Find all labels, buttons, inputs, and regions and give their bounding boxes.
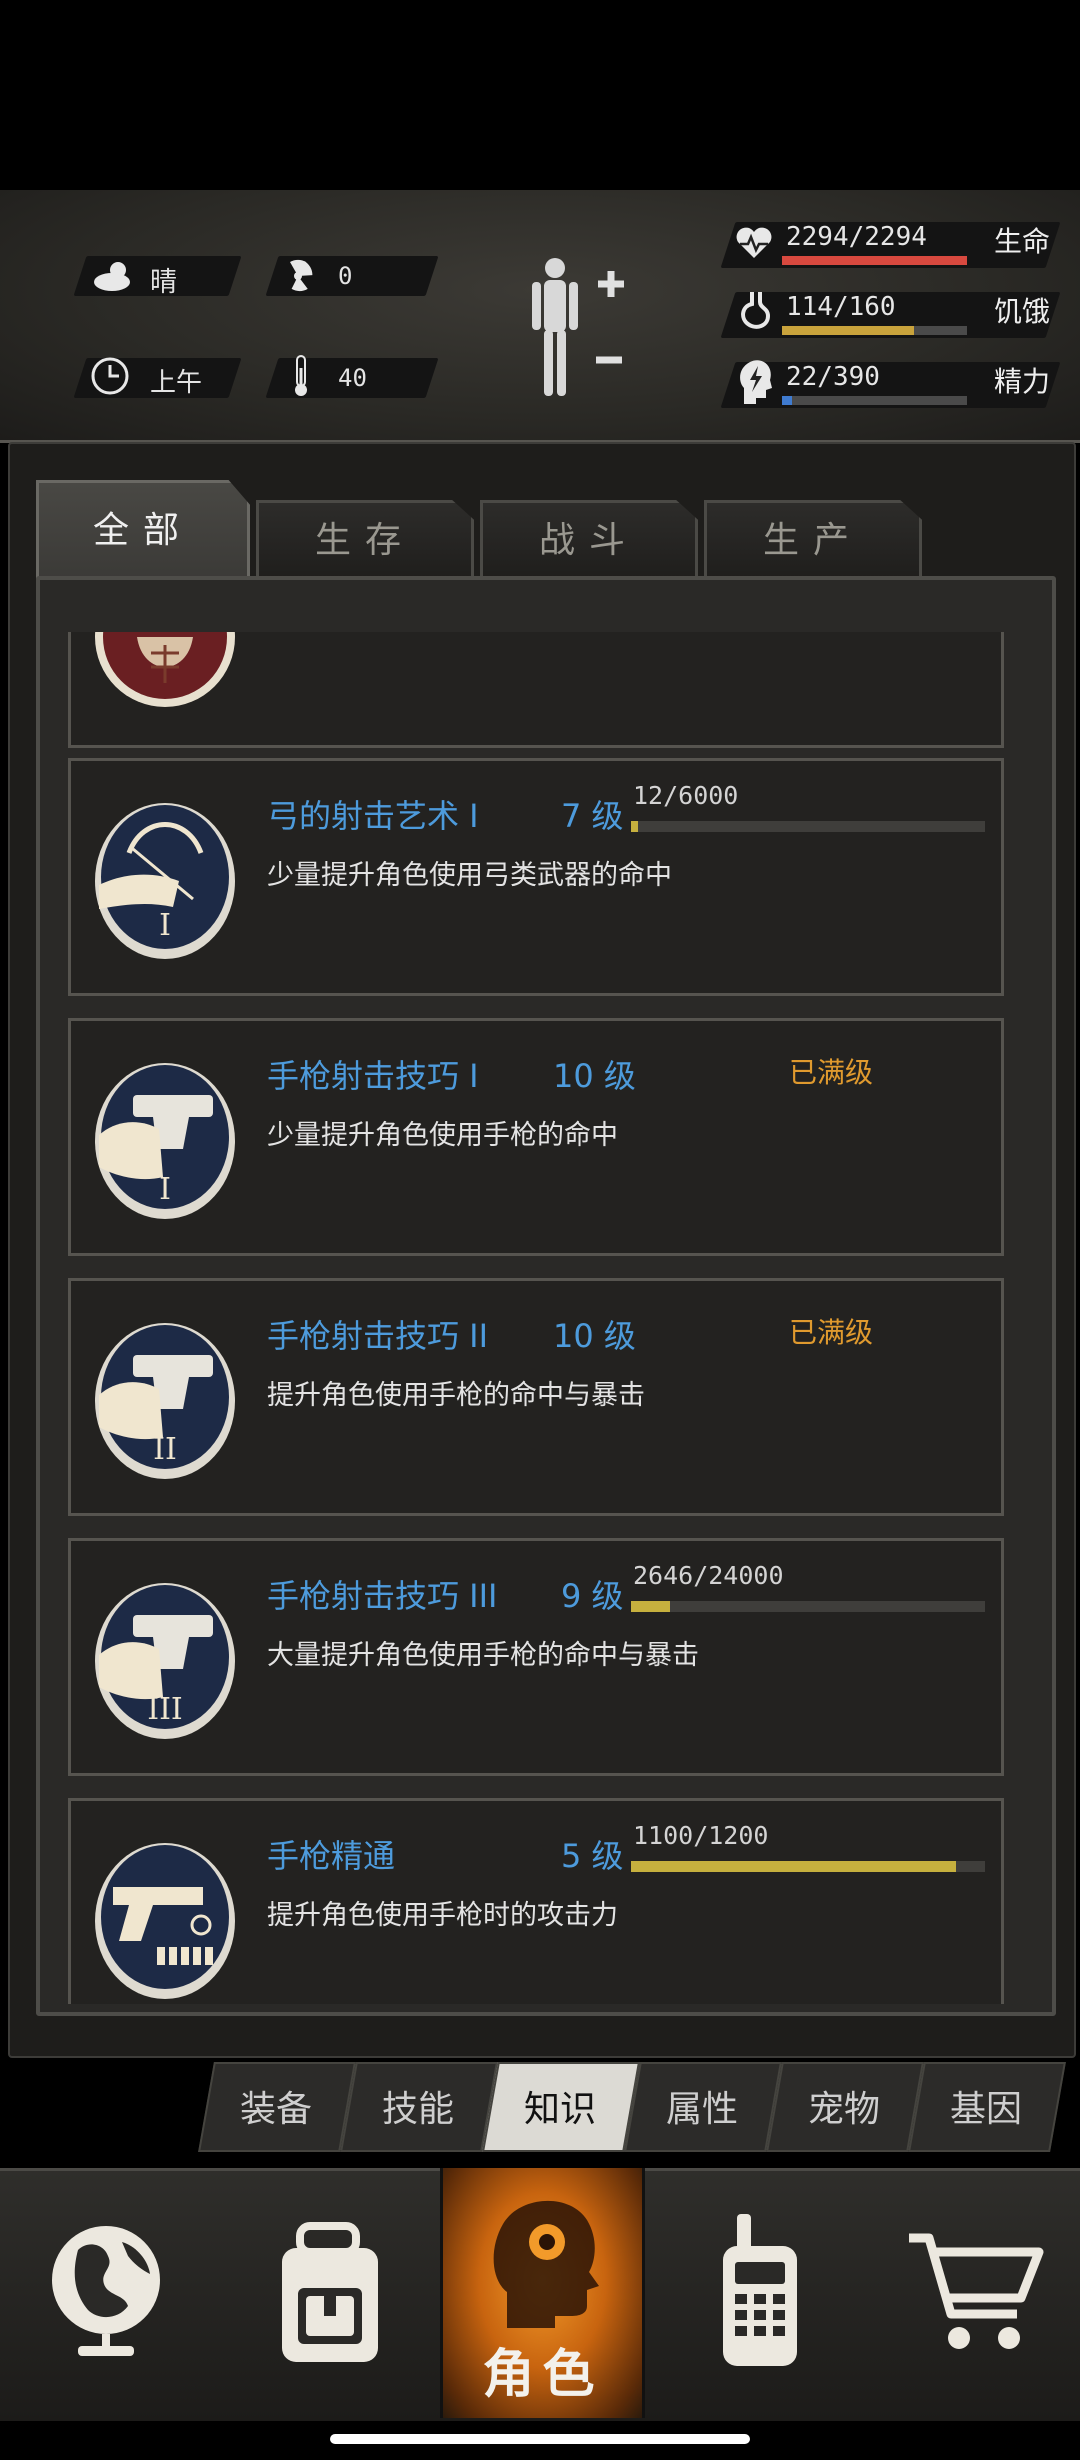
energy-label: 精力 xyxy=(994,365,1051,398)
nav-radio-button[interactable] xyxy=(645,2168,865,2418)
muscle-skill-icon xyxy=(95,632,235,707)
skill-description: 提升角色使用手枪的命中与暴击 xyxy=(267,1380,645,1411)
skill-description: 大量提升角色使用手枪的命中与暴击 xyxy=(267,1640,699,1671)
hunger-label: 饥饿 xyxy=(994,295,1051,328)
energy-bar-fill xyxy=(782,396,793,405)
tab-production[interactable]: 生产 xyxy=(704,500,922,579)
skill-exp-text: 12/6000 xyxy=(633,781,739,810)
walkie-talkie-icon xyxy=(723,2214,797,2366)
skill-description: 提升角色使用手枪时的攻击力 xyxy=(267,1900,618,1931)
skill-card-partial[interactable] xyxy=(68,632,1004,748)
tab-all[interactable]: 全部 xyxy=(36,480,250,579)
skill-exp-fill xyxy=(631,1861,956,1872)
tab-combat[interactable]: 战斗 xyxy=(480,500,698,579)
tier-numeral: II xyxy=(153,1432,177,1467)
pistol-icon: II xyxy=(95,1323,235,1479)
cloud-sun-icon xyxy=(94,262,130,291)
health-label: 生命 xyxy=(994,225,1051,258)
health-bar xyxy=(782,256,967,265)
energy-value: 22/390 xyxy=(786,362,880,392)
skill-exp-bar xyxy=(631,1861,985,1872)
nav-character-label: 角色 xyxy=(482,2345,603,2405)
skill-card[interactable]: I 手枪射击技巧 I 10 级 已满级 少量提升角色使用手枪的命中 xyxy=(68,1018,1004,1256)
subtab-genes-label: 基因 xyxy=(949,2089,1022,2130)
skill-name: 手枪射击技巧 II xyxy=(267,1317,489,1355)
tier-numeral: I xyxy=(159,1172,171,1207)
skill-level: 10 级 xyxy=(553,1317,636,1355)
tier-numeral: III xyxy=(147,1692,183,1727)
globe-icon xyxy=(52,2226,160,2356)
skill-description: 少量提升角色使用手枪的命中 xyxy=(267,1120,618,1151)
skill-description: 少量提升角色使用弓类武器的命中 xyxy=(267,860,672,891)
radiation-icon xyxy=(290,259,313,292)
bow-icon: I xyxy=(95,803,235,959)
skill-exp-text: 2646/24000 xyxy=(633,1561,784,1590)
plus-icon xyxy=(598,271,624,297)
skill-card[interactable]: 手枪精通 5 级 1100/1200 提升角色使用手枪时的攻击力 xyxy=(68,1798,1004,2004)
skill-maxed-label: 已满级 xyxy=(789,1316,874,1349)
subtab-attributes-label: 属性 xyxy=(665,2089,738,2130)
backpack-icon xyxy=(282,2222,378,2362)
tier-numeral: I xyxy=(159,908,171,943)
skill-name: 手枪射击技巧 I xyxy=(267,1057,479,1095)
tab-combat-label: 战斗 xyxy=(538,520,639,561)
radiation-value: 0 xyxy=(338,262,353,290)
skill-maxed-label: 已满级 xyxy=(789,1056,874,1089)
skill-exp-text: 1100/1200 xyxy=(633,1821,769,1850)
head-gears-icon xyxy=(493,2200,599,2328)
weather-value: 晴 xyxy=(150,267,177,298)
skill-card[interactable]: I 弓的射击艺术 I 7 级 12/6000 少量提升角色使用弓类武器的命中 xyxy=(68,758,1004,996)
health-bar-fill xyxy=(782,256,967,265)
skill-level: 5 级 xyxy=(561,1837,624,1875)
health-value: 2294/2294 xyxy=(786,222,927,252)
body-status-button[interactable] xyxy=(520,254,630,404)
skill-card[interactable]: III 手枪射击技巧 III 9 级 2646/24000 大量提升角色使用手枪… xyxy=(68,1538,1004,1776)
thermometer-icon xyxy=(295,355,307,396)
energy-bar xyxy=(782,396,967,405)
status-panel: 晴 0 上午 40 2294/2294 生命 114/160 饥饿 22/390… xyxy=(0,190,1080,443)
tab-production-label: 生产 xyxy=(762,520,863,561)
skill-exp-bar xyxy=(631,821,985,832)
tab-survival-label: 生存 xyxy=(314,520,415,561)
skill-exp-fill xyxy=(631,1601,670,1612)
pistol-icon: I xyxy=(95,1063,235,1219)
skill-name: 弓的射击艺术 I xyxy=(267,797,479,835)
tab-all-label: 全部 xyxy=(92,510,193,551)
pistol-ammo-icon xyxy=(95,1843,235,1999)
skill-card[interactable]: II 手枪射击技巧 II 10 级 已满级 提升角色使用手枪的命中与暴击 xyxy=(68,1278,1004,1516)
skill-list-viewport[interactable]: I 弓的射击艺术 I 7 级 12/6000 少量提升角色使用弓类武器的命中 I… xyxy=(36,632,1056,2004)
tab-survival[interactable]: 生存 xyxy=(256,500,474,579)
nav-backpack-button[interactable] xyxy=(220,2168,440,2418)
subtab-pets-label: 宠物 xyxy=(807,2089,880,2130)
skill-level: 7 级 xyxy=(561,797,624,835)
subtab-knowledge-label: 知识 xyxy=(523,2089,596,2130)
energy-head-icon xyxy=(740,360,772,404)
nav-map-button[interactable] xyxy=(0,2168,220,2418)
skill-exp-fill xyxy=(631,821,639,832)
skill-name: 手枪射击技巧 III xyxy=(267,1577,498,1615)
temperature-value: 40 xyxy=(338,364,367,392)
hunger-bar xyxy=(782,326,967,335)
nav-shop-button[interactable] xyxy=(865,2168,1080,2418)
skill-name: 手枪精通 xyxy=(267,1837,396,1875)
stomach-icon xyxy=(741,292,771,329)
subtab-equipment-label: 装备 xyxy=(239,2089,312,2130)
hunger-bar-fill xyxy=(782,326,914,335)
time-of-day-value: 上午 xyxy=(150,368,203,398)
shopping-cart-icon xyxy=(909,2233,1044,2349)
skill-exp-bar xyxy=(631,1601,985,1612)
heart-icon xyxy=(736,227,772,258)
human-body-icon xyxy=(532,258,578,396)
nav-character-button[interactable]: 角色 xyxy=(443,2168,642,2418)
clock-icon xyxy=(91,357,129,395)
skill-level: 9 级 xyxy=(561,1577,624,1615)
pistol-icon: III xyxy=(95,1583,235,1739)
skill-level: 10 级 xyxy=(553,1057,636,1095)
home-indicator[interactable] xyxy=(330,2434,750,2444)
subtab-skills-label: 技能 xyxy=(381,2089,454,2130)
hunger-value: 114/160 xyxy=(786,292,896,322)
